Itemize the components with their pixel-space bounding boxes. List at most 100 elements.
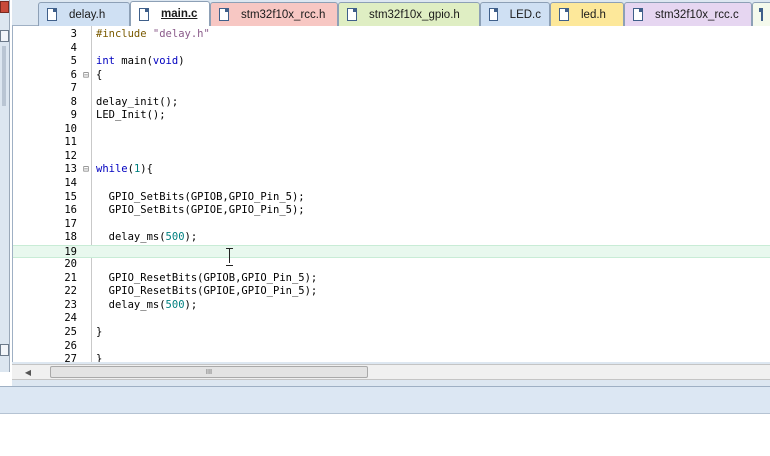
line-number: 6	[70, 68, 77, 81]
scroll-left-arrow-icon[interactable]: ◀	[20, 365, 36, 379]
code-line[interactable]: 14	[13, 177, 770, 191]
line-text: delay_init();	[96, 95, 179, 108]
line-number: 19	[64, 245, 77, 258]
line-text: GPIO_SetBits(GPIOE,GPIO_Pin_5);	[96, 204, 305, 217]
code-line[interactable]: 18 delay_ms(500);	[13, 231, 770, 245]
editor-frame: delay.h main.c stm32f10x_rcc.h stm32f10x…	[12, 0, 770, 386]
code-line[interactable]: 7	[13, 82, 770, 96]
line-number: 15	[64, 190, 77, 203]
tab-label: delay.h	[69, 8, 106, 21]
tab-main-c[interactable]: main.c	[130, 1, 210, 26]
line-number: 22	[64, 285, 77, 298]
line-text: GPIO_ResetBits(GPIOE,GPIO_Pin_5);	[96, 285, 318, 298]
code-line[interactable]: 17	[13, 218, 770, 232]
tab-label: stm32f10x_rcc.c	[655, 8, 739, 21]
code-line[interactable]: 4	[13, 42, 770, 56]
code-line[interactable]: 26	[13, 340, 770, 354]
status-bar	[0, 386, 770, 414]
code-line[interactable]: 15 GPIO_SetBits(GPIOB,GPIO_Pin_5);	[13, 191, 770, 205]
fold-marker[interactable]: ⊟	[81, 69, 91, 83]
tab-led-h[interactable]: led.h	[550, 2, 624, 26]
line-number: 10	[64, 122, 77, 135]
code-line[interactable]: 9 LED_Init();	[13, 109, 770, 123]
text-cursor-icon	[225, 248, 234, 266]
file-icon	[633, 8, 643, 21]
code-line[interactable]: 13 ⊟ while(1){	[13, 163, 770, 177]
line-number: 12	[64, 149, 77, 162]
line-number: 21	[64, 271, 77, 284]
line-text: }	[96, 353, 103, 362]
scrollbar-grip: III	[205, 368, 213, 376]
line-number: 13	[64, 163, 77, 176]
file-icon	[559, 8, 569, 21]
tab-delay-h[interactable]: delay.h	[38, 2, 130, 26]
line-text: LED_Init();	[96, 109, 166, 122]
code-line[interactable]: 5 int main(void)	[13, 55, 770, 69]
line-text: int main(void)	[96, 55, 185, 68]
line-number: 23	[64, 298, 77, 311]
code-line[interactable]: 12	[13, 150, 770, 164]
file-icon	[489, 8, 498, 21]
line-number: 11	[64, 136, 77, 149]
tab-label: led.h	[581, 8, 606, 21]
line-number: 26	[64, 339, 77, 352]
code-line[interactable]: 25}	[13, 326, 770, 340]
tab-label: LED.c	[509, 8, 541, 21]
code-line[interactable]: 6 ⊟ {	[13, 69, 770, 83]
current-code-line[interactable]: 19	[13, 244, 770, 259]
tab-label: stm32f10x_rcc.h	[241, 8, 326, 21]
scrollbar-thumb[interactable]: III	[50, 366, 368, 378]
code-line[interactable]: 16 GPIO_SetBits(GPIOE,GPIO_Pin_5);	[13, 204, 770, 218]
code-lines: 3 #include "delay.h" 4 5 int main(void) 6 ⊟…	[13, 28, 770, 362]
file-icon	[759, 8, 763, 21]
project-panel-edge	[0, 0, 10, 372]
tab-label: main.c	[161, 8, 198, 20]
tab-stm32f10x-rcc-h[interactable]: stm32f10x_rcc.h	[210, 2, 338, 26]
panel-expand-icon[interactable]	[0, 344, 9, 356]
line-number: 7	[70, 82, 77, 95]
fold-marker[interactable]: ⊟	[81, 163, 91, 177]
line-number: 18	[64, 231, 77, 244]
line-number: 17	[64, 217, 77, 230]
line-number: 16	[64, 204, 77, 217]
line-number: 5	[70, 55, 77, 68]
line-text: delay_ms(500);	[96, 298, 198, 311]
code-line[interactable]: 21 GPIO_ResetBits(GPIOB,GPIO_Pin_5);	[13, 272, 770, 286]
code-line[interactable]: 24	[13, 312, 770, 326]
file-icon	[47, 8, 57, 21]
panel-scrollbar[interactable]	[2, 46, 6, 106]
line-number: 4	[70, 41, 77, 54]
code-line[interactable]: 23 delay_ms(500);	[13, 299, 770, 313]
horizontal-scrollbar[interactable]: ◀ III	[12, 364, 770, 380]
line-number: 27	[64, 353, 77, 362]
code-line[interactable]: 11	[13, 136, 770, 150]
line-number: 14	[64, 177, 77, 190]
line-number: 24	[64, 312, 77, 325]
panel-collapse-icon[interactable]	[0, 30, 9, 42]
file-icon	[219, 8, 229, 21]
tab-label: stm32f10x_gpio.h	[369, 8, 460, 21]
line-text: while(1){	[96, 163, 153, 176]
line-text: {	[96, 68, 103, 81]
code-line[interactable]: 20	[13, 258, 770, 272]
code-line[interactable]: 27}	[13, 353, 770, 362]
file-icon	[347, 8, 357, 21]
code-line[interactable]: 10	[13, 123, 770, 137]
line-number: 20	[64, 258, 77, 271]
tab-stm32f10x-rcc-c[interactable]: stm32f10x_rcc.c	[624, 2, 752, 26]
file-icon	[139, 7, 149, 21]
line-number: 8	[70, 95, 77, 108]
file-tab-bar: delay.h main.c stm32f10x_rcc.h stm32f10x…	[12, 0, 770, 26]
tab-stm32f10x-gpio-h[interactable]: stm32f10x_gpio.h	[338, 2, 480, 26]
tab-led-c[interactable]: LED.c	[480, 2, 550, 26]
code-line[interactable]: 3 #include "delay.h"	[13, 28, 770, 42]
tab-overflow[interactable]	[752, 2, 770, 26]
code-line[interactable]: 8 delay_init();	[13, 96, 770, 110]
line-number: 25	[64, 326, 77, 339]
line-text: GPIO_ResetBits(GPIOB,GPIO_Pin_5);	[96, 271, 318, 284]
panel-close-icon[interactable]	[0, 1, 9, 13]
line-text: delay_ms(500);	[96, 231, 198, 244]
line-text: #include "delay.h"	[96, 28, 210, 40]
code-editor[interactable]: 3 #include "delay.h" 4 5 int main(void) 6 ⊟…	[12, 26, 770, 362]
code-line[interactable]: 22 GPIO_ResetBits(GPIOE,GPIO_Pin_5);	[13, 285, 770, 299]
